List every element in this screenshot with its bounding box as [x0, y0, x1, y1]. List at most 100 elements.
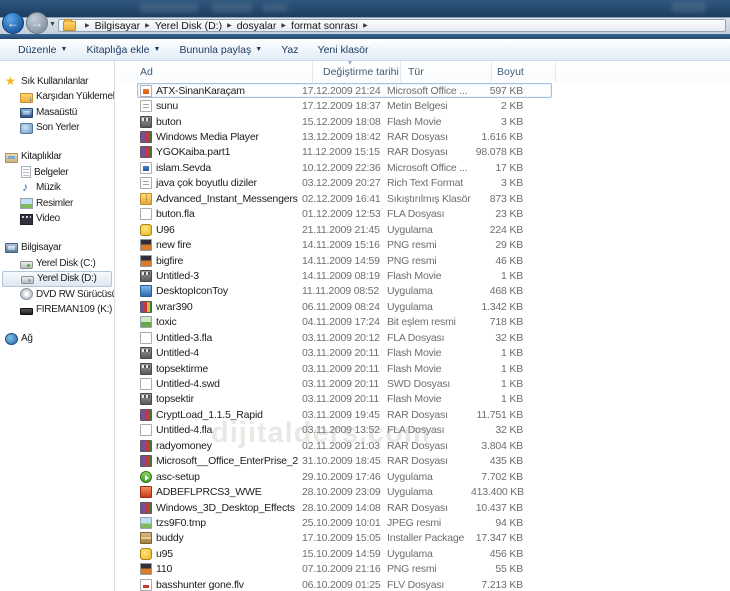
sidebar-group-header-computer[interactable]: Bilgisayar	[0, 240, 114, 256]
jpeg-image-icon	[140, 517, 152, 529]
table-row[interactable]: basshunter gone.flv06.10.2009 01:25FLV D…	[137, 577, 552, 591]
rar-icon	[140, 409, 152, 421]
table-row[interactable]: topsektir03.11.2009 20:11Flash Movie1 KB	[137, 392, 552, 407]
sidebar-group-header-network[interactable]: Ağ	[0, 331, 114, 347]
table-row[interactable]: Untitled-4.swd03.11.2009 20:11SWD Dosyas…	[137, 376, 552, 391]
forward-button[interactable]: →	[26, 12, 48, 34]
table-row[interactable]: topsektirme03.11.2009 20:11Flash Movie1 …	[137, 361, 552, 376]
table-row[interactable]: tzs9F0.tmp25.10.2009 10:01JPEG resmi94 K…	[137, 515, 552, 530]
file-size-cell: 597 KB	[471, 85, 527, 97]
sidebar-group-header-libraries[interactable]: Kitaplıklar	[0, 149, 114, 165]
breadcrumb-segment[interactable]: format sonrası	[291, 20, 358, 32]
libraries-icon	[5, 153, 18, 163]
table-row[interactable]: asc-setup29.10.2009 17:46Uygulama7.702 K…	[137, 469, 552, 484]
table-row[interactable]: 11007.10.2009 21:16PNG resmi55 KB	[137, 562, 552, 577]
table-row[interactable]: buton15.12.2009 18:08Flash Movie3 KB	[137, 114, 552, 129]
table-row[interactable]: bigfire14.11.2009 14:59PNG resmi46 KB	[137, 253, 552, 268]
sidebar-item-fireman109-drive[interactable]: FIREMAN109 (K:)	[0, 302, 114, 318]
sidebar-item-documents[interactable]: Belgeler	[0, 165, 114, 181]
flv-doc-icon	[140, 579, 152, 591]
sidebar-item-label: Video	[36, 213, 60, 224]
sidebar-item-local-disk-d[interactable]: Yerel Disk (D:)	[2, 271, 112, 287]
column-header-date-modified[interactable]: Değiştirme tarihi	[313, 61, 401, 82]
table-row[interactable]: DesktopIconToy11.11.2009 08:52Uygulama46…	[137, 284, 552, 299]
file-type-cell: Flash Movie	[381, 347, 471, 359]
table-row[interactable]: Untitled-403.11.2009 20:11Flash Movie1 K…	[137, 345, 552, 360]
sidebar-item-dvd-rw-drive[interactable]: DVD RW Sürücüsü (E	[0, 287, 114, 303]
sidebar-item-desktop[interactable]: Masaüstü	[0, 105, 114, 121]
file-size-cell: 3 KB	[471, 116, 527, 128]
flash-movie-icon	[140, 116, 152, 128]
titlebar-smudge	[140, 3, 198, 13]
table-row[interactable]: java çok boyutlu diziler03.12.2009 20:27…	[137, 176, 552, 191]
column-header-size[interactable]: Boyut	[492, 61, 556, 82]
table-row[interactable]: buton.fla01.12.2009 12:53FLA Dosyası23 K…	[137, 207, 552, 222]
rtf-doc-icon	[140, 177, 152, 189]
column-header-name[interactable]: Ad	[116, 61, 313, 82]
flash-movie-icon	[140, 347, 152, 359]
file-type-cell: Flash Movie	[381, 363, 471, 375]
file-size-cell: 1.342 KB	[471, 301, 527, 313]
computer-icon	[5, 243, 18, 253]
sidebar-item-local-disk-c[interactable]: Yerel Disk (C:)	[0, 256, 114, 272]
address-bar[interactable]: ▶Bilgisayar▶Yerel Disk (D:)▶dosyalar▶for…	[58, 19, 726, 32]
file-date-cell: 03.12.2009 20:27	[293, 177, 381, 189]
flash-movie-icon	[140, 363, 152, 375]
table-row[interactable]: YGOKaiba.part111.12.2009 15:15RAR Dosyas…	[137, 145, 552, 160]
sidebar-item-video[interactable]: Video	[0, 211, 114, 227]
breadcrumb-arrow-icon: ▶	[145, 22, 150, 29]
breadcrumb-segment[interactable]: Yerel Disk (D:)	[155, 20, 222, 32]
sidebar-group-header-favorites[interactable]: Sık Kullanılanlar	[0, 73, 114, 89]
table-row[interactable]: buddy17.10.2009 15:05Installer Package17…	[137, 531, 552, 546]
file-name-cell: Advanced_Instant_Messengers_Password...	[156, 193, 298, 205]
organize-button[interactable]: Düzenle▼	[18, 44, 67, 56]
breadcrumb-segment[interactable]: Bilgisayar	[95, 20, 141, 32]
sidebar-item-downloads[interactable]: Karşıdan Yüklemeler	[0, 89, 114, 105]
file-size-cell: 413.400 KB	[471, 486, 527, 498]
file-type-cell: FLA Dosyası	[381, 208, 471, 220]
file-size-cell: 2 KB	[471, 100, 527, 112]
file-type-cell: PNG resmi	[381, 563, 471, 575]
table-row[interactable]: islam.Sevda10.12.2009 22:36Microsoft Off…	[137, 160, 552, 175]
table-row[interactable]: U9621.11.2009 21:45Uygulama224 KB	[137, 222, 552, 237]
breadcrumb-arrow-icon: ▶	[363, 22, 368, 29]
table-row[interactable]: u9515.10.2009 14:59Uygulama456 KB	[137, 546, 552, 561]
table-row[interactable]: Windows_3D_Desktop_Effects28.10.2009 14:…	[137, 500, 552, 515]
file-date-cell: 17.12.2009 18:37	[293, 100, 381, 112]
table-row[interactable]: Untitled-4.fla03.11.2009 13:52FLA Dosyas…	[137, 423, 552, 438]
share-with-button[interactable]: Bununla paylaş▼	[179, 44, 262, 56]
sidebar-item-pictures[interactable]: Resimler	[0, 196, 114, 212]
recent-pages-dropdown-icon[interactable]: ▼	[49, 21, 56, 28]
column-header-type[interactable]: Tür	[401, 61, 492, 82]
video-icon	[20, 214, 33, 225]
table-row[interactable]: Windows Media Player13.12.2009 18:42RAR …	[137, 129, 552, 144]
table-row[interactable]: CryptLoad_1.1.5_Rapid03.11.2009 19:45RAR…	[137, 407, 552, 422]
breadcrumb-segment[interactable]: dosyalar	[237, 20, 277, 32]
table-row[interactable]: Untitled-314.11.2009 08:19Flash Movie1 K…	[137, 268, 552, 283]
system-drive-icon	[20, 261, 33, 269]
dvd-drive-icon	[20, 288, 33, 300]
table-row[interactable]: sunu17.12.2009 18:37Metin Belgesi2 KB	[137, 98, 552, 113]
file-type-cell: RAR Dosyası	[381, 131, 471, 143]
table-row[interactable]: toxic04.11.2009 17:24Bit eşlem resmi718 …	[137, 315, 552, 330]
file-name-cell: sunu	[156, 100, 298, 112]
file-name-cell: 110	[156, 563, 298, 575]
back-button[interactable]: ←	[2, 12, 24, 34]
table-row[interactable]: Advanced_Instant_Messengers_Password...0…	[137, 191, 552, 206]
window-titlebar[interactable]	[0, 0, 730, 17]
table-row[interactable]: wrar39006.11.2009 08:24Uygulama1.342 KB	[137, 299, 552, 314]
table-row[interactable]: ADBEFLPRCS3_WWE28.10.2009 23:09Uygulama4…	[137, 484, 552, 499]
burn-button[interactable]: Yaz	[281, 44, 298, 56]
table-row[interactable]: radyomoney02.11.2009 21:03RAR Dosyası3.8…	[137, 438, 552, 453]
file-list-pane: AdDeğiştirme tarihiTürBoyut▾ ATX-SinanKa…	[116, 61, 730, 591]
new-folder-button[interactable]: Yeni klasör	[318, 44, 369, 56]
sidebar-item-recent-places[interactable]: Son Yerler	[0, 120, 114, 136]
file-name-cell: wrar390	[156, 301, 298, 313]
table-row[interactable]: new fire14.11.2009 15:16PNG resmi29 KB	[137, 237, 552, 252]
include-in-library-button[interactable]: Kitaplığa ekle▼	[86, 44, 160, 56]
flash-movie-icon	[140, 270, 152, 282]
table-row[interactable]: Untitled-3.fla03.11.2009 20:12FLA Dosyas…	[137, 330, 552, 345]
table-row[interactable]: ATX-SinanKaraçam17.12.2009 21:24Microsof…	[137, 83, 552, 98]
sidebar-item-music[interactable]: Müzik	[0, 180, 114, 196]
table-row[interactable]: Microsoft__Office_EnterPrise_2007__activ…	[137, 454, 552, 469]
